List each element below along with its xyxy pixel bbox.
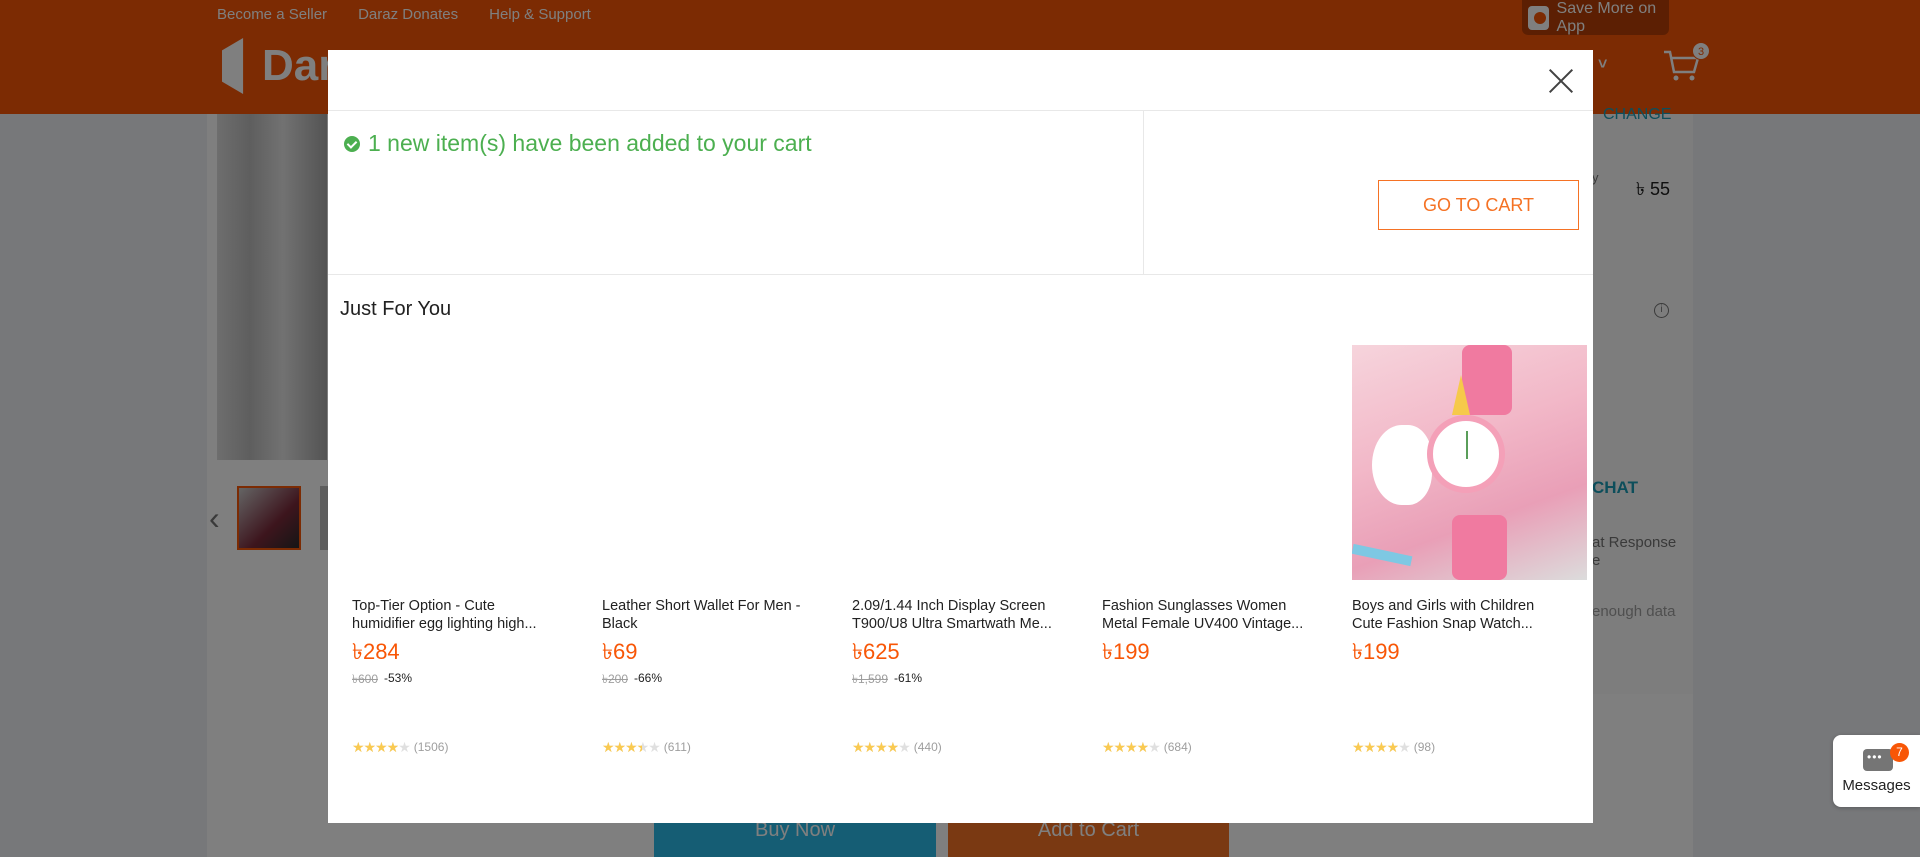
watch-strap [1452,515,1507,580]
product-card-price: ৳199 [1102,639,1150,664]
star-rating-icon: ★★★★★★★★★★ [352,739,411,755]
check-circle-icon [344,135,360,152]
review-count: (1506) [413,740,449,754]
recommendation-list: Top-Tier Option - Cute humidifier egg li… [352,345,1587,815]
product-card-name[interactable]: 2.09/1.44 Inch Display Screen T900/U8 Ul… [852,597,1072,633]
product-card-image[interactable] [602,345,837,580]
product-card-image[interactable] [1352,345,1587,580]
product-card[interactable]: 2.09/1.44 Inch Display Screen T900/U8 Ul… [852,345,1087,815]
review-count: (98) [1413,740,1436,754]
messages-badge: 7 [1890,743,1909,762]
pencil-prop [1352,543,1413,567]
go-to-cart-button[interactable]: GO TO CART [1378,180,1579,230]
review-count: (611) [663,740,691,754]
star-rating-icon: ★★★★★★★★★★ [1352,739,1411,755]
star-rating-icon: ★★★★★★★★★★ [602,739,661,755]
review-count: (684) [1163,740,1192,754]
product-card-rating: ★★★★★★★★★★ (611) [602,740,691,754]
product-card-rating: ★★★★★★★★★★ (1506) [352,740,448,754]
product-card-original: ৳1,599 -61% [852,671,922,691]
just-for-you-title: Just For You [340,298,452,320]
added-to-cart-message: 1 new item(s) have been added to your ca… [344,130,812,157]
discount-percent: -66% [634,671,663,685]
product-card-price: ৳69 [602,639,638,664]
product-card-rating: ★★★★★★★★★★ (98) [1352,740,1435,754]
product-card-price: ৳199 [1352,639,1400,664]
added-to-cart-modal: 1 new item(s) have been added to your ca… [328,50,1593,823]
product-card-price: ৳625 [852,639,900,664]
unicorn-figure [1372,425,1432,505]
review-count: (440) [913,740,942,754]
product-card-price: ৳284 [352,639,400,664]
product-card-image[interactable] [852,345,1087,580]
product-card-image[interactable] [1102,345,1337,580]
messages-label: Messages [1842,777,1911,794]
product-card-image[interactable] [352,345,587,580]
product-card-original: ৳200 -66% [602,671,662,691]
product-card-rating: ★★★★★★★★★★ (684) [1102,740,1192,754]
divider [328,274,1593,275]
product-card-original: ৳600 -53% [352,671,412,691]
star-rating-icon: ★★★★★★★★★★ [1102,739,1161,755]
watch-strap [1462,345,1512,415]
close-icon[interactable] [1548,68,1574,94]
product-card[interactable]: Boys and Girls with Children Cute Fashio… [1352,345,1587,815]
product-card[interactable]: Top-Tier Option - Cute humidifier egg li… [352,345,587,815]
star-rating-icon: ★★★★★★★★★★ [852,739,911,755]
product-card-name[interactable]: Boys and Girls with Children Cute Fashio… [1352,597,1572,633]
discount-percent: -61% [894,671,923,685]
discount-percent: -53% [384,671,413,685]
product-card-name[interactable]: Leather Short Wallet For Men - Black [602,597,822,633]
product-card-name[interactable]: Fashion Sunglasses Women Metal Female UV… [1102,597,1322,633]
chat-bubble-icon [1863,749,1893,771]
watch-face-icon [1427,415,1505,493]
product-card-rating: ★★★★★★★★★★ (440) [852,740,942,754]
original-price: ৳200 [602,672,628,686]
product-card[interactable]: Leather Short Wallet For Men - Black ৳69… [602,345,837,815]
product-card[interactable]: Fashion Sunglasses Women Metal Female UV… [1102,345,1337,815]
original-price: ৳600 [352,672,378,686]
added-to-cart-text: 1 new item(s) have been added to your ca… [368,130,812,156]
product-card-name[interactable]: Top-Tier Option - Cute humidifier egg li… [352,597,572,633]
divider [328,110,1593,111]
original-price: ৳1,599 [852,672,889,686]
divider [1143,111,1144,274]
messages-widget[interactable]: 7 Messages [1833,735,1920,807]
